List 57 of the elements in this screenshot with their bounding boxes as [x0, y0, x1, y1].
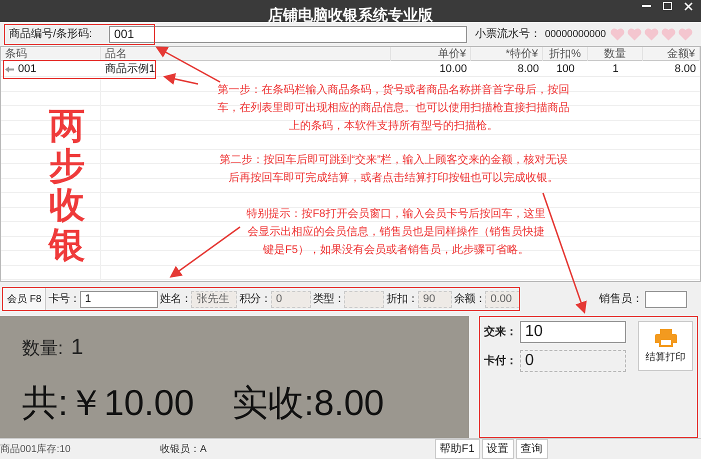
member-readonly-field: 张先生: [191, 290, 238, 308]
barcode-input[interactable]: 001: [109, 26, 467, 42]
member-field-label: 类型：: [312, 292, 344, 307]
cashier-status: 收银员：A: [160, 442, 207, 456]
table-cell-text: 8.00: [674, 62, 696, 77]
receipt-number: 00000000000: [544, 28, 606, 42]
member-tip-note: 特别提示：按F8打开会员窗口，输入会员卡号后按回车，这里会显示出相应的会员信息，销售员也是同样操作（销售员快捷键是F5），如果没有会员或者销售员，此步骤可省略。: [246, 206, 546, 258]
window-title: 店铺电脑收银系统专业版: [268, 8, 433, 24]
table-cell-text: 001: [18, 62, 36, 77]
checkout-print-button[interactable]: 结算打印: [638, 321, 693, 371]
member-field-label: 姓名：: [160, 292, 192, 307]
quantity-value: 1: [71, 333, 84, 361]
received-amount: 实收:8.00: [232, 383, 384, 423]
minimize-icon[interactable]: [642, 4, 651, 8]
member-readonly-field: 90: [418, 290, 452, 308]
annotation-arrow: [170, 226, 240, 278]
heart-icon: [627, 28, 642, 40]
status-bar-button[interactable]: 帮助F1: [434, 439, 480, 459]
heart-icon: [644, 28, 659, 40]
salesperson-label: 销售员：: [599, 292, 643, 307]
member-readonly-field: [344, 290, 384, 308]
total-amount: 共:￥10.00: [22, 383, 196, 423]
step-one-note: 第一步：在条码栏输入商品条码，货号或者商品名称拼音首字母后，按回车，在列表里即可出现相应的商品信息。也可以使用扫描枪直接扫描商品上的条码，本软件支持所有型号的扫描枪。: [216, 82, 570, 134]
member-readonly-field: 0.00: [485, 290, 519, 308]
table-cell-text: 10.00: [439, 62, 467, 77]
stock-status: 商品001库存:10: [0, 442, 72, 456]
heart-icon: [610, 28, 625, 40]
printer-icon: [654, 328, 676, 348]
member-field-label: 积分：: [239, 292, 271, 307]
close-icon[interactable]: [684, 2, 693, 10]
cash-input[interactable]: 10: [520, 321, 626, 343]
table-cell-text: 1: [612, 62, 619, 77]
member-field-label: 余额：: [454, 292, 486, 307]
status-bar-button[interactable]: 设置: [482, 439, 514, 459]
maximize-icon[interactable]: [663, 2, 672, 10]
member-readonly-field: 0: [270, 290, 311, 308]
card-number-input[interactable]: 1: [80, 290, 158, 308]
table-row[interactable]: 001 商品示例1 10.00 8.00 100 1 8.00: [1, 61, 700, 77]
heart-icon: [678, 28, 693, 40]
payment-label: 交来：: [484, 324, 518, 340]
step-two-note: 第二步：按回车后即可跳到“交来”栏，输入上顾客交来的金额，核对无误后再按回车即可完成结算，或者点击结算打印按钮也可以完成收银。: [218, 152, 569, 186]
table-cell-text: 100: [556, 62, 575, 77]
member-field-label: 卡号：: [48, 292, 80, 307]
row-marker-icon: [5, 66, 14, 72]
status-bar-button[interactable]: 查询: [516, 439, 548, 459]
table-cell-text: 8.00: [518, 62, 539, 77]
payment-label: 卡付：: [484, 354, 518, 369]
heart-icon: [661, 28, 676, 40]
member-button[interactable]: 会员 F8: [3, 288, 46, 310]
card-payment-field: 0: [520, 350, 626, 372]
table-cell-text: 商品示例1: [105, 62, 156, 77]
salesperson-input[interactable]: [645, 290, 687, 308]
member-field-label: 折扣：: [386, 292, 418, 307]
receipt-number-label: 小票流水号：: [474, 26, 541, 42]
barcode-label: 商品编号/条形码:: [9, 26, 92, 42]
banner-text: 两步收银: [49, 107, 85, 266]
quantity-label: 数量:: [22, 337, 64, 360]
